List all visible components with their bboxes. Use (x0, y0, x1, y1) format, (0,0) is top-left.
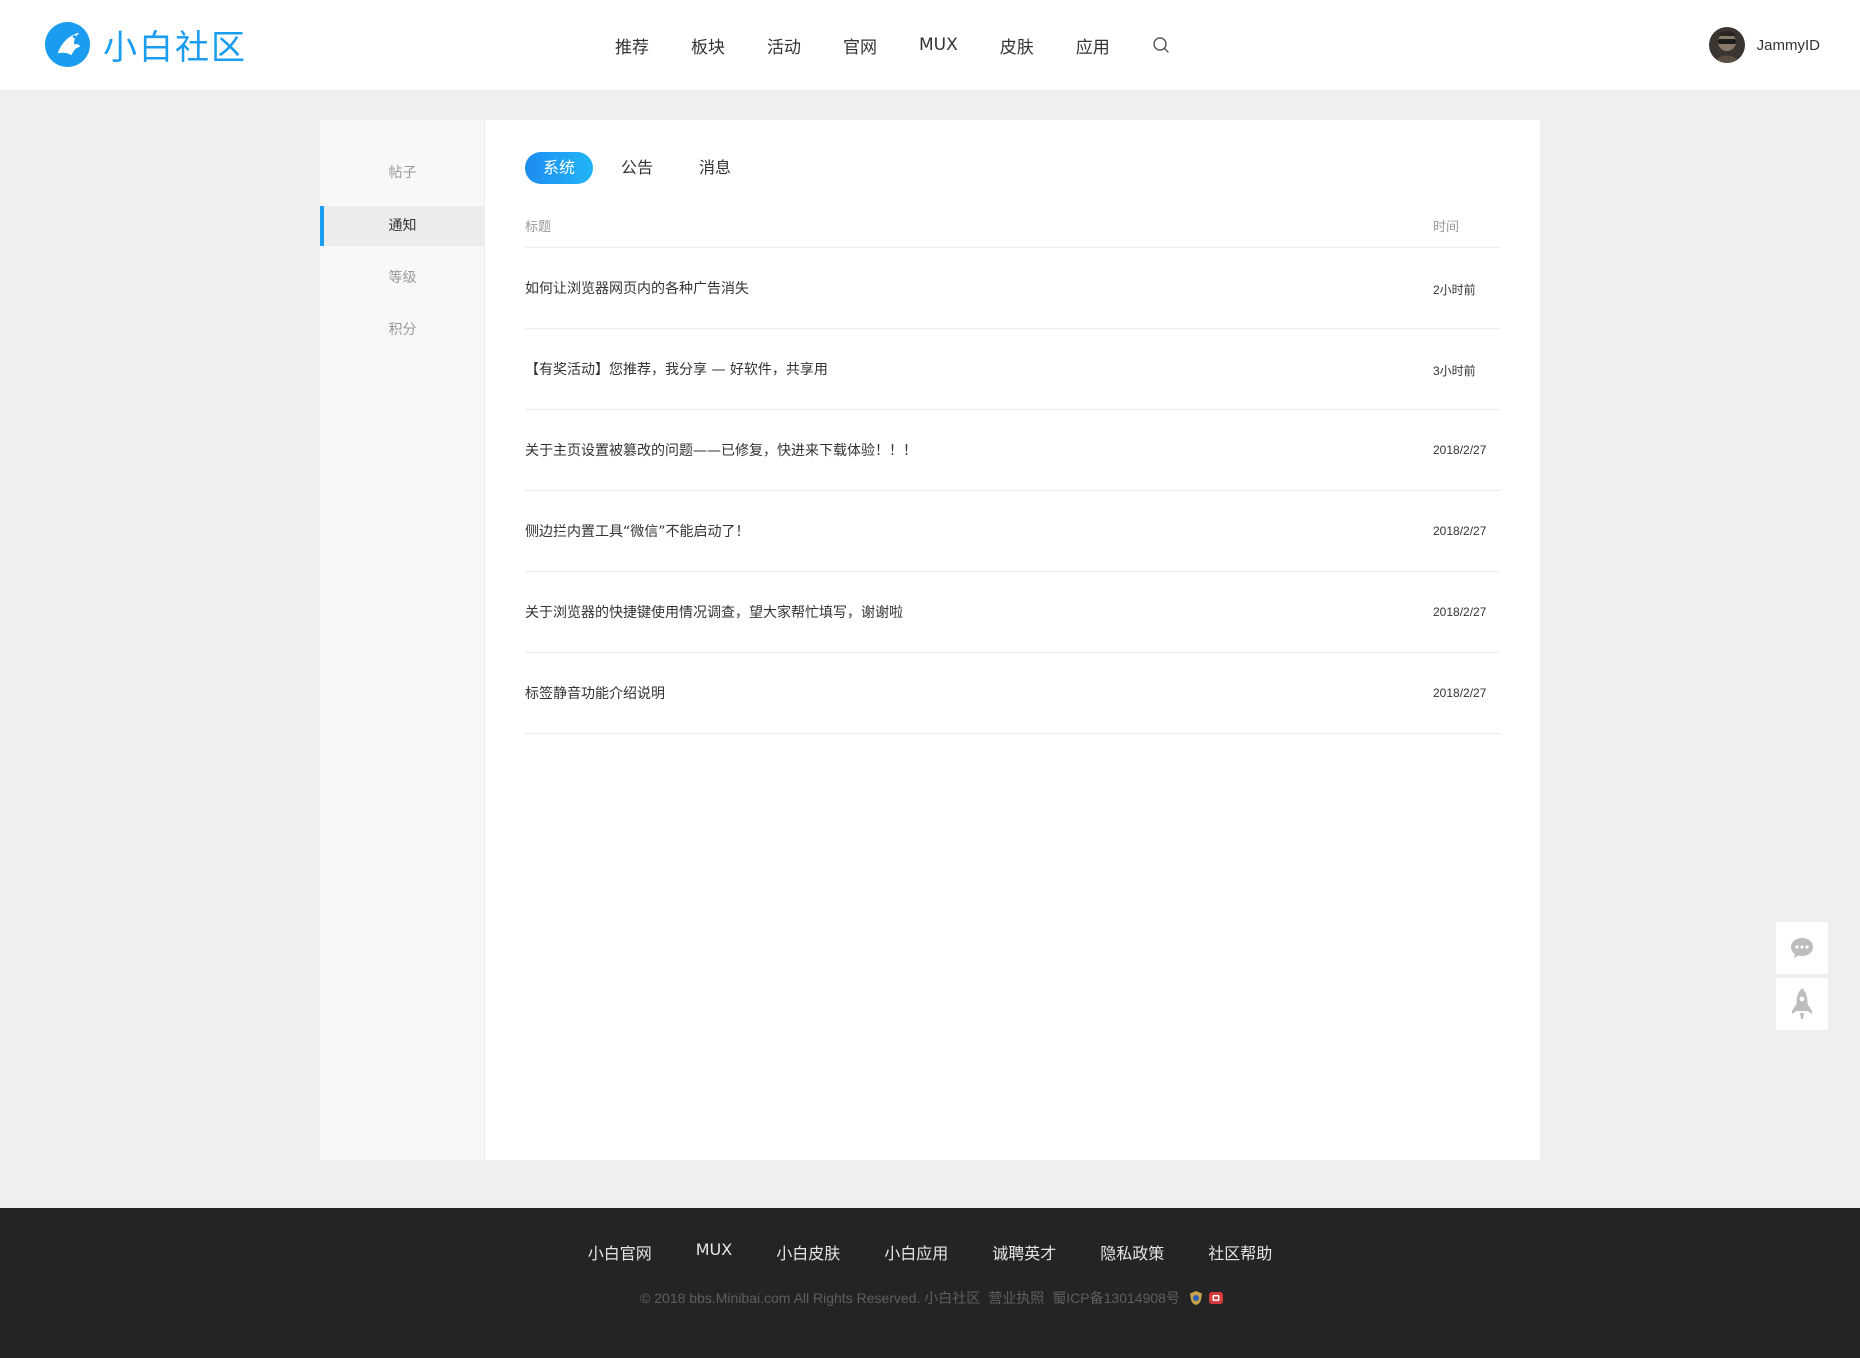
notification-tabs: 系统 公告 消息 (525, 152, 759, 184)
site-logo[interactable]: 小白社区 (44, 20, 247, 69)
row-time: 2018/2/27 (1433, 686, 1487, 700)
tab-messages[interactable]: 消息 (681, 152, 749, 184)
footer-link-privacy[interactable]: 隐私政策 (1100, 1240, 1164, 1264)
chat-icon (1791, 938, 1813, 958)
table-row[interactable]: 如何让浏览器网页内的各种广告消失 2小时前 (525, 248, 1500, 329)
column-header-title: 标题 (525, 220, 552, 235)
feedback-button[interactable] (1776, 922, 1828, 974)
logo-bird-icon (44, 21, 91, 68)
row-title[interactable]: 标签静音功能介绍说明 (525, 683, 665, 703)
row-time: 2018/2/27 (1433, 605, 1487, 619)
table-row[interactable]: 【有奖活动】您推荐，我分享 — 好软件，共享用 3小时前 (525, 329, 1500, 410)
row-title[interactable]: 关于浏览器的快捷键使用情况调查，望大家帮忙填写，谢谢啦 (525, 602, 903, 622)
search-icon[interactable] (1151, 35, 1171, 55)
nav-item-boards[interactable]: 板块 (691, 33, 725, 58)
footer-links: 小白官网 MUX 小白皮肤 小白应用 诚聘英才 隐私政策 社区帮助 (0, 1240, 1860, 1264)
top-header: 小白社区 推荐 板块 活动 官网 MUX 皮肤 应用 JammyID (0, 0, 1860, 90)
row-title[interactable]: 侧边拦内置工具“微信”不能启动了！ (525, 521, 750, 541)
footer-link-official[interactable]: 小白官网 (588, 1240, 652, 1264)
icp-number[interactable]: 蜀ICP备13014908号 (1052, 1288, 1180, 1308)
row-time: 2018/2/27 (1433, 443, 1487, 457)
row-title[interactable]: 【有奖活动】您推荐，我分享 — 好软件，共享用 (525, 359, 828, 379)
footer-link-help[interactable]: 社区帮助 (1208, 1240, 1272, 1264)
row-time: 3小时前 (1433, 364, 1476, 378)
nav-item-mux[interactable]: MUX (919, 35, 958, 55)
sidebar-item-points[interactable]: 积分 (320, 310, 485, 350)
row-title[interactable]: 关于主页设置被篡改的问题——已修复，快进来下载体验！！！ (525, 440, 917, 460)
username[interactable]: JammyID (1757, 37, 1820, 54)
main-panel: 帖子 通知 等级 积分 系统 公告 消息 标题 时间 如何让浏览器网页内的各种广… (320, 120, 1540, 1160)
back-to-top-button[interactable] (1776, 978, 1828, 1030)
table-row[interactable]: 侧边拦内置工具“微信”不能启动了！ 2018/2/27 (525, 491, 1500, 572)
table-header: 标题 时间 (525, 210, 1500, 248)
nav-item-official[interactable]: 官网 (843, 33, 877, 58)
tab-announcement[interactable]: 公告 (603, 152, 671, 184)
notification-content: 系统 公告 消息 标题 时间 如何让浏览器网页内的各种广告消失 2小时前 【有奖… (525, 120, 1500, 1160)
tab-system[interactable]: 系统 (525, 152, 594, 184)
sidebar-item-posts[interactable]: 帖子 (320, 153, 485, 193)
table-row[interactable]: 标签静音功能介绍说明 2018/2/27 (525, 653, 1500, 734)
brand-name: 小白社区 (103, 28, 247, 68)
footer-link-careers[interactable]: 诚聘英才 (992, 1240, 1056, 1264)
main-nav: 推荐 板块 活动 官网 MUX 皮肤 应用 (594, 0, 1171, 90)
column-header-time: 时间 (1433, 220, 1460, 235)
license-badge-icon[interactable] (1208, 1290, 1224, 1306)
sidebar-item-level[interactable]: 等级 (320, 258, 485, 298)
police-badge-icon[interactable] (1188, 1290, 1204, 1306)
nav-item-events[interactable]: 活动 (767, 33, 801, 58)
table-row[interactable]: 关于主页设置被篡改的问题——已修复，快进来下载体验！！！ 2018/2/27 (525, 410, 1500, 491)
copyright-line: © 2018 bbs.Minibai.com All Rights Reserv… (0, 1288, 1860, 1308)
sidebar: 帖子 通知 等级 积分 (320, 120, 485, 1160)
footer-link-apps[interactable]: 小白应用 (884, 1240, 948, 1264)
notification-list: 如何让浏览器网页内的各种广告消失 2小时前 【有奖活动】您推荐，我分享 — 好软… (525, 248, 1500, 734)
avatar[interactable] (1708, 27, 1745, 63)
footer-link-skins[interactable]: 小白皮肤 (776, 1240, 840, 1264)
site-footer: 小白官网 MUX 小白皮肤 小白应用 诚聘英才 隐私政策 社区帮助 © 2018… (0, 1208, 1860, 1358)
copyright-text: © 2018 bbs.Minibai.com All Rights Reserv… (640, 1290, 981, 1306)
row-time: 2018/2/27 (1433, 524, 1487, 538)
sidebar-item-notifications[interactable]: 通知 (320, 206, 485, 246)
rocket-icon (1792, 988, 1812, 1019)
nav-item-skins[interactable]: 皮肤 (1000, 33, 1034, 58)
footer-link-mux[interactable]: MUX (696, 1240, 732, 1264)
business-license-link[interactable]: 营业执照 (988, 1288, 1044, 1308)
row-title[interactable]: 如何让浏览器网页内的各种广告消失 (525, 278, 749, 298)
nav-item-recommend[interactable]: 推荐 (615, 33, 649, 58)
user-menu[interactable]: JammyID (1708, 27, 1820, 63)
nav-item-apps[interactable]: 应用 (1076, 33, 1110, 58)
table-row[interactable]: 关于浏览器的快捷键使用情况调查，望大家帮忙填写，谢谢啦 2018/2/27 (525, 572, 1500, 653)
row-time: 2小时前 (1433, 283, 1476, 297)
